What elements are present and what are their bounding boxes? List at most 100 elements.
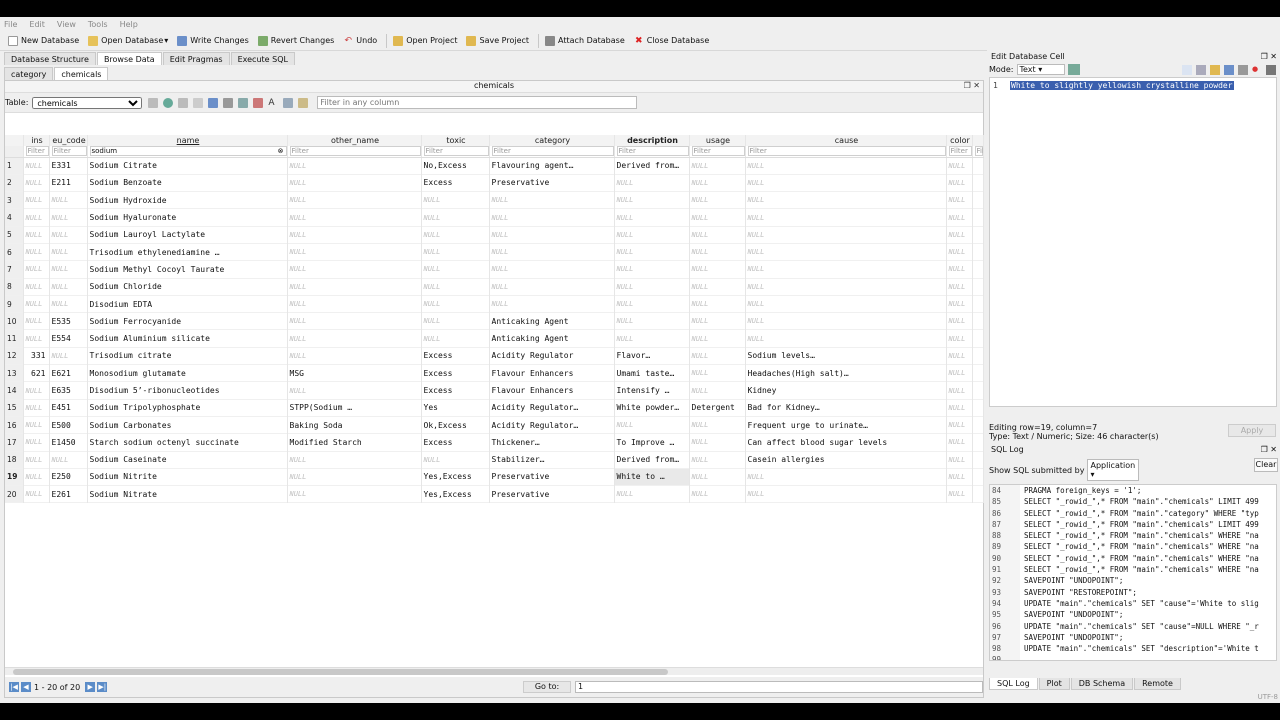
filter-input[interactable]: Filter <box>25 146 48 156</box>
revert-changes-button[interactable]: Revert Changes <box>257 35 334 46</box>
table-row[interactable]: 20 NULL E261 Sodium Nitrate NULL Yes,Excess Pr… <box>5 485 984 503</box>
row-number[interactable]: 5 <box>5 226 24 244</box>
cell-category[interactable]: NULL <box>489 260 615 279</box>
cell-usage[interactable]: NULL <box>689 485 746 503</box>
cell-category[interactable]: Acidity Regulator <box>489 347 615 365</box>
table-row[interactable]: 9 NULL NULL Disodium EDTA NULL NULL NULL NULL NU… <box>5 295 984 313</box>
cell-name[interactable]: Sodium Nitrite <box>87 468 288 486</box>
cell-cause[interactable]: Sodium levels… <box>745 347 947 365</box>
filter-input[interactable]: Filter <box>974 146 982 156</box>
save-results-icon[interactable] <box>208 97 219 108</box>
cell-color[interactable]: NULL <box>946 243 973 261</box>
cell-usage[interactable]: NULL <box>689 416 746 434</box>
table-row[interactable]: 18 NULL NULL Sodium Caseinate NULL NULL Stabil… <box>5 451 984 469</box>
table-row[interactable]: 14 NULL E635 Disodium 5’-ribonucleotides NUL… <box>5 381 984 400</box>
row-number[interactable]: 1 <box>5 157 24 175</box>
cell-eu-code[interactable]: E261 <box>49 485 88 503</box>
cell-other-name[interactable]: NULL <box>287 278 422 296</box>
cell-name[interactable]: Sodium Carbonates <box>87 416 288 434</box>
cell-cause[interactable]: Bad for Kidney… <box>745 399 947 417</box>
row-number[interactable]: 9 <box>5 295 24 313</box>
menu-edit[interactable]: Edit <box>29 20 45 29</box>
cell-usage[interactable]: NULL <box>689 381 746 400</box>
filter-input[interactable]: Filter <box>423 146 488 156</box>
cell-cause[interactable]: NULL <box>745 157 947 175</box>
font-icon[interactable]: A <box>268 98 278 108</box>
column-header-cause[interactable]: cause <box>745 135 947 146</box>
cell-category[interactable]: Flavour Enhancers <box>489 381 615 400</box>
filter-input[interactable]: Filter <box>51 146 86 156</box>
table-row[interactable]: 16 NULL E500 Sodium Carbonates Baking Soda Ok… <box>5 416 984 434</box>
attach-database-button[interactable]: Attach Database <box>545 35 625 46</box>
cell-ins[interactable]: NULL <box>23 485 50 503</box>
float-icon[interactable]: ❐ <box>964 81 971 90</box>
cell-eu-code[interactable]: E621 <box>49 364 88 382</box>
previous-record-icon[interactable]: ◀ <box>21 682 31 692</box>
table-row[interactable]: 7 NULL NULL Sodium Methyl Cocoyl Taurate NUL… <box>5 260 984 279</box>
table-row[interactable]: 3 NULL NULL Sodium Hydroxide NULL NULL NULL NUL… <box>5 191 984 209</box>
table-row[interactable]: 15 NULL E451 Sodium Tripolyphosphate STPP(So… <box>5 399 984 417</box>
corner-cell[interactable] <box>5 135 24 146</box>
null-icon[interactable] <box>1238 65 1248 75</box>
cell-color[interactable]: NULL <box>946 485 973 503</box>
cell-name[interactable]: Sodium Hyaluronate <box>87 208 288 227</box>
cell-ins[interactable]: NULL <box>23 312 50 330</box>
cell-toxic[interactable]: NULL <box>421 451 490 469</box>
cell-cause[interactable]: NULL <box>745 295 947 313</box>
cell-extra[interactable] <box>972 399 984 417</box>
print-icon[interactable] <box>223 97 234 108</box>
row-number[interactable]: 15 <box>5 399 24 417</box>
cell-usage[interactable]: NULL <box>689 208 746 227</box>
row-number[interactable]: 18 <box>5 451 24 469</box>
cell-other-name[interactable]: NULL <box>287 485 422 503</box>
first-record-icon[interactable]: |◀ <box>9 682 19 692</box>
table-row[interactable]: 13 621 E621 Monosodium glutamate MSG Excess Fl… <box>5 364 984 382</box>
cell-cause[interactable]: NULL <box>745 329 947 348</box>
open-database-button[interactable]: Open Database ▾ <box>88 35 168 46</box>
cell-name[interactable]: Disodium 5’-ribonucleotides <box>87 381 288 400</box>
cell-usage[interactable]: Detergent <box>689 399 746 417</box>
cell-extra[interactable] <box>972 260 984 279</box>
menu-view[interactable]: View <box>57 20 76 29</box>
cell-category[interactable]: NULL <box>489 243 615 261</box>
cell-category[interactable]: Stabilizer… <box>489 451 615 469</box>
cell-description[interactable]: NULL <box>614 226 690 244</box>
cell-ins[interactable]: NULL <box>23 278 50 296</box>
row-number[interactable]: 6 <box>5 243 24 261</box>
clear-button[interactable]: Clear <box>1254 458 1278 472</box>
row-number[interactable]: 14 <box>5 381 24 400</box>
cell-toxic[interactable]: NULL <box>421 191 490 209</box>
cell-category[interactable]: Acidity Regulator… <box>489 416 615 434</box>
cell-color[interactable]: NULL <box>946 433 973 452</box>
cell-name[interactable]: Sodium Ferrocyanide <box>87 312 288 330</box>
table-row[interactable]: 10 NULL E535 Sodium Ferrocyanide NULL NULL Ant… <box>5 312 984 330</box>
column-header-category[interactable]: category <box>489 135 615 146</box>
cell-cause[interactable]: NULL <box>745 468 947 486</box>
cell-other-name[interactable]: NULL <box>287 157 422 175</box>
cell-ins[interactable]: NULL <box>23 157 50 175</box>
close-database-button[interactable]: ✖ Close Database <box>634 36 709 46</box>
open-project-button[interactable]: Open Project <box>393 35 457 46</box>
tab-database-structure[interactable]: Database Structure <box>4 52 96 65</box>
cell-color[interactable]: NULL <box>946 278 973 296</box>
cell-cause[interactable]: NULL <box>745 278 947 296</box>
cell-eu-code[interactable]: NULL <box>49 208 88 227</box>
cell-usage[interactable]: NULL <box>689 157 746 175</box>
cell-description[interactable]: NULL <box>614 416 690 434</box>
cell-other-name[interactable]: NULL <box>287 243 422 261</box>
column-header-eu-code[interactable]: eu_code <box>49 135 88 146</box>
table-row[interactable]: 5 NULL NULL Sodium Lauroyl Lactylate NULL NUL… <box>5 226 984 244</box>
cell-toxic[interactable]: Ok,Excess <box>421 416 490 434</box>
cell-category[interactable]: NULL <box>489 295 615 313</box>
cell-description[interactable]: NULL <box>614 329 690 348</box>
filter-input-name[interactable]: sodium ⊗ <box>89 146 286 156</box>
float-icon[interactable]: ❐ <box>1261 52 1268 61</box>
cell-toxic[interactable]: Yes <box>421 399 490 417</box>
cell-category[interactable]: NULL <box>489 208 615 227</box>
cell-color[interactable]: NULL <box>946 347 973 365</box>
cell-description[interactable]: NULL <box>614 295 690 313</box>
cell-eu-code[interactable]: NULL <box>49 226 88 244</box>
set-null-icon[interactable]: ● <box>1252 65 1262 75</box>
tab-remote[interactable]: Remote <box>1134 678 1181 690</box>
cell-other-name[interactable]: Baking Soda <box>287 416 422 434</box>
